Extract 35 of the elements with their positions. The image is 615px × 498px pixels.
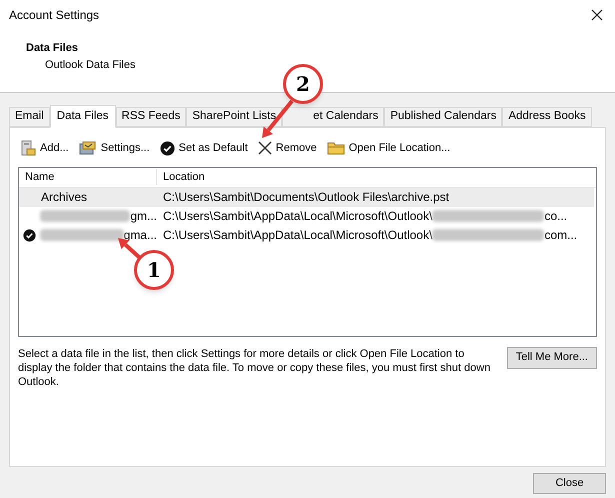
tell-me-more-button[interactable]: Tell Me More... <box>506 346 597 368</box>
close-dialog-button[interactable]: Close <box>533 473 606 494</box>
file-location: co... <box>544 208 568 225</box>
file-location: C:\Users\Sambit\Documents\Outlook Files\archive.pst <box>163 189 450 206</box>
tab[interactable]: Email <box>9 107 50 127</box>
toolbar-button[interactable]: Settings... <box>78 140 150 156</box>
tab[interactable]: Address Books <box>502 107 592 127</box>
file-name: Archives <box>41 189 88 206</box>
toolbar-button[interactable]: Open File Location... <box>326 140 450 156</box>
toolbar-button[interactable]: Remove <box>258 140 317 156</box>
tab[interactable]: RSS Feeds <box>116 107 186 127</box>
file-row[interactable]: Archives C:\Users\Sambit\Documents\Outlook Files\archive.pst <box>19 188 594 206</box>
close-icon <box>258 141 272 156</box>
check-circle-icon <box>160 140 175 156</box>
file-location: C:\Users\Sambit\AppData\Local\Microsoft\Outlook\ <box>163 208 432 225</box>
header-subtitle: Outlook Data Files <box>44 58 136 72</box>
folder-icon <box>326 141 345 156</box>
toolbar-button[interactable]: Set as Default <box>160 140 248 156</box>
description: Select a data file in the list, then click Settings for more details or click Open File Location to display the folder that contains the data file. To move or copy these files, you must first shut down Outlook. <box>18 346 492 388</box>
file-name: gm... <box>130 208 157 225</box>
column-header: Location <box>162 170 205 185</box>
tab[interactable]: SharePoint Lists <box>186 107 282 127</box>
file-location: C:\Users\Sambit\AppData\Local\Microsoft\Outlook\ <box>163 227 432 244</box>
toolbar-button[interactable]: Add... <box>20 140 69 156</box>
column-header: Name <box>19 168 157 186</box>
tab[interactable]: et Calendars <box>282 107 384 127</box>
file-name: gma... <box>124 227 157 244</box>
close-icon <box>591 9 603 21</box>
header-title: Data Files <box>25 41 79 56</box>
file-location: com... <box>544 227 578 244</box>
tab[interactable]: Data Files <box>50 105 116 128</box>
tab[interactable]: Published Calendars <box>384 107 502 127</box>
file-row[interactable]: gm... C:\Users\Sambit\AppData\Local\Microsoft\Outlook\ co... <box>19 206 594 226</box>
window-title: Account Settings <box>9 7 100 24</box>
settings-icon <box>78 140 97 156</box>
